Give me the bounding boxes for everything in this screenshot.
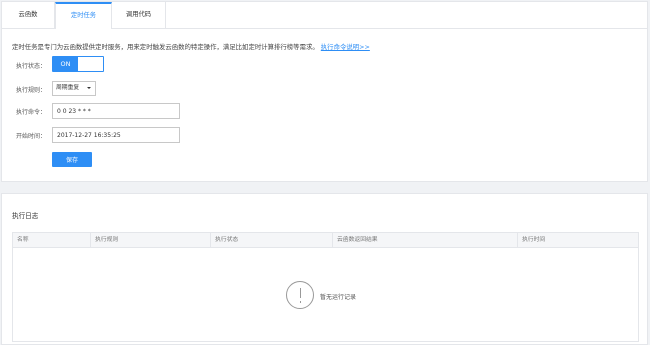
timer-task-panel: 云函数 定时任务 调用代码 定时任务是专门为云函数提供定时服务，用来定时触发云函… [1, 1, 648, 182]
tab-bar: 云函数 定时任务 调用代码 [2, 2, 647, 29]
column-header-name: 名称 [13, 233, 91, 247]
command-input[interactable] [52, 103, 180, 119]
column-header-time: 执行时间 [522, 237, 546, 243]
rule-select[interactable]: 周期重复 [52, 81, 96, 96]
caret-down-icon [87, 87, 91, 89]
description-text: 定时任务是专门为云函数提供定时服务，用来定时触发云函数的特定操作，满足比如定时计… [12, 42, 370, 51]
exclamation-circle-icon [286, 281, 314, 309]
tab-call-code[interactable]: 调用代码 [112, 2, 166, 28]
table-header: 名称 执行规则 执行状态 云函数返回结果 执行时间 [13, 233, 638, 248]
tab-timer-task[interactable]: 定时任务 [55, 2, 112, 29]
start-time-label: 开始时间： [16, 133, 47, 140]
description-body: 定时任务是专门为云函数提供定时服务，用来定时触发云函数的特定操作，满足比如定时计… [12, 43, 319, 51]
tab-cloud-function[interactable]: 云函数 [2, 2, 55, 28]
column-header-result: 云函数返回结果 [333, 233, 518, 247]
log-panel: 执行日志 名称 执行规则 执行状态 云函数返回结果 执行时间 暂无运行记录 [1, 193, 648, 345]
log-title: 执行日志 [12, 212, 39, 220]
status-toggle[interactable]: ON [52, 56, 104, 72]
start-time-input[interactable] [52, 127, 180, 143]
column-header-status: 执行状态 [211, 233, 333, 247]
help-link[interactable]: 执行命令说明>> [321, 43, 370, 51]
save-button[interactable]: 保存 [52, 152, 92, 167]
rule-label: 执行规则： [16, 87, 47, 94]
column-header-rule: 执行规则 [91, 233, 211, 247]
command-label: 执行命令： [16, 109, 47, 116]
rule-select-value: 周期重复 [56, 85, 80, 91]
status-label: 执行状态： [16, 63, 47, 70]
log-table: 名称 执行规则 执行状态 云函数返回结果 执行时间 暂无运行记录 [12, 232, 639, 342]
empty-state-text: 暂无运行记录 [320, 294, 357, 301]
toggle-on-label: ON [53, 57, 78, 71]
